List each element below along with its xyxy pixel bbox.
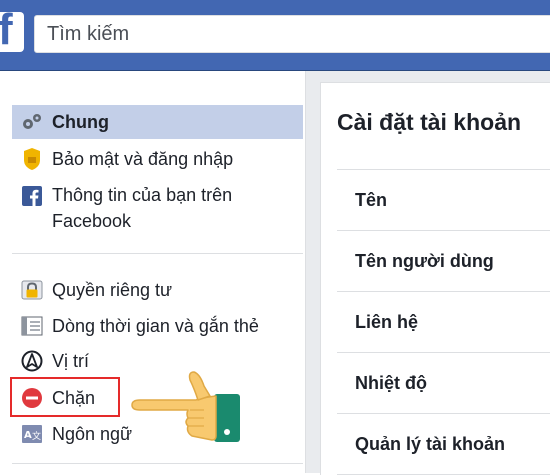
facebook-logo[interactable]: f (0, 8, 24, 52)
sidebar-item-label: Dòng thời gian và gắn thẻ (52, 316, 259, 336)
row-label: Liên hệ (355, 312, 419, 332)
sidebar-item-label: Thông tin của bạn trên Facebook (52, 185, 233, 231)
sidebar-item-privacy[interactable]: Quyền riêng tư (12, 273, 303, 307)
sidebar-item-your-facebook-info[interactable]: Thông tin của bạn trên Facebook (12, 179, 303, 239)
page-title: Cài đặt tài khoản (337, 109, 522, 135)
lock-icon (20, 278, 44, 302)
settings-row-account-management[interactable]: Quản lý tài khoản (337, 414, 550, 475)
sidebar-item-general[interactable]: Chung (12, 105, 303, 139)
svg-text:文: 文 (32, 430, 41, 442)
svg-text:A: A (24, 430, 32, 441)
row-label: Quản lý tài khoản (355, 434, 506, 454)
facebook-icon (20, 184, 44, 208)
location-icon (20, 349, 44, 373)
sidebar-item-label: Ngôn ngữ (52, 424, 133, 444)
gears-icon (20, 110, 44, 134)
language-icon: A 文 (20, 422, 44, 446)
search-input[interactable] (34, 15, 550, 53)
sidebar-item-timeline-tagging[interactable]: Dòng thời gian và gắn thẻ (12, 309, 303, 343)
sidebar-item-security[interactable]: Bảo mật và đăng nhập (12, 142, 303, 176)
settings-row-contact[interactable]: Liên hệ (337, 292, 550, 353)
row-label: Tên (355, 190, 388, 210)
sidebar-item-label: Vị trí (52, 351, 90, 371)
highlight-box (10, 377, 120, 417)
sidebar-item-label: Chung (52, 112, 109, 132)
account-settings-panel: Cài đặt tài khoản Tên Tên người dùng Liê… (320, 82, 550, 475)
sidebar-item-label: Bảo mật và đăng nhập (52, 149, 234, 169)
settings-row-username[interactable]: Tên người dùng (337, 231, 550, 292)
settings-row-temperature[interactable]: Nhiệt độ (337, 353, 550, 414)
settings-row-name[interactable]: Tên (337, 170, 550, 231)
pointing-hand-icon (128, 358, 248, 458)
top-bar: f (0, 0, 550, 71)
timeline-icon (20, 314, 44, 338)
row-label: Tên người dùng (355, 251, 494, 271)
shield-icon (20, 147, 44, 171)
sidebar-divider (12, 463, 303, 464)
sidebar-item-label: Quyền riêng tư (52, 280, 173, 300)
sidebar-divider (12, 253, 303, 254)
row-label: Nhiệt độ (355, 373, 427, 393)
facebook-logo-letter: f (0, 5, 13, 54)
